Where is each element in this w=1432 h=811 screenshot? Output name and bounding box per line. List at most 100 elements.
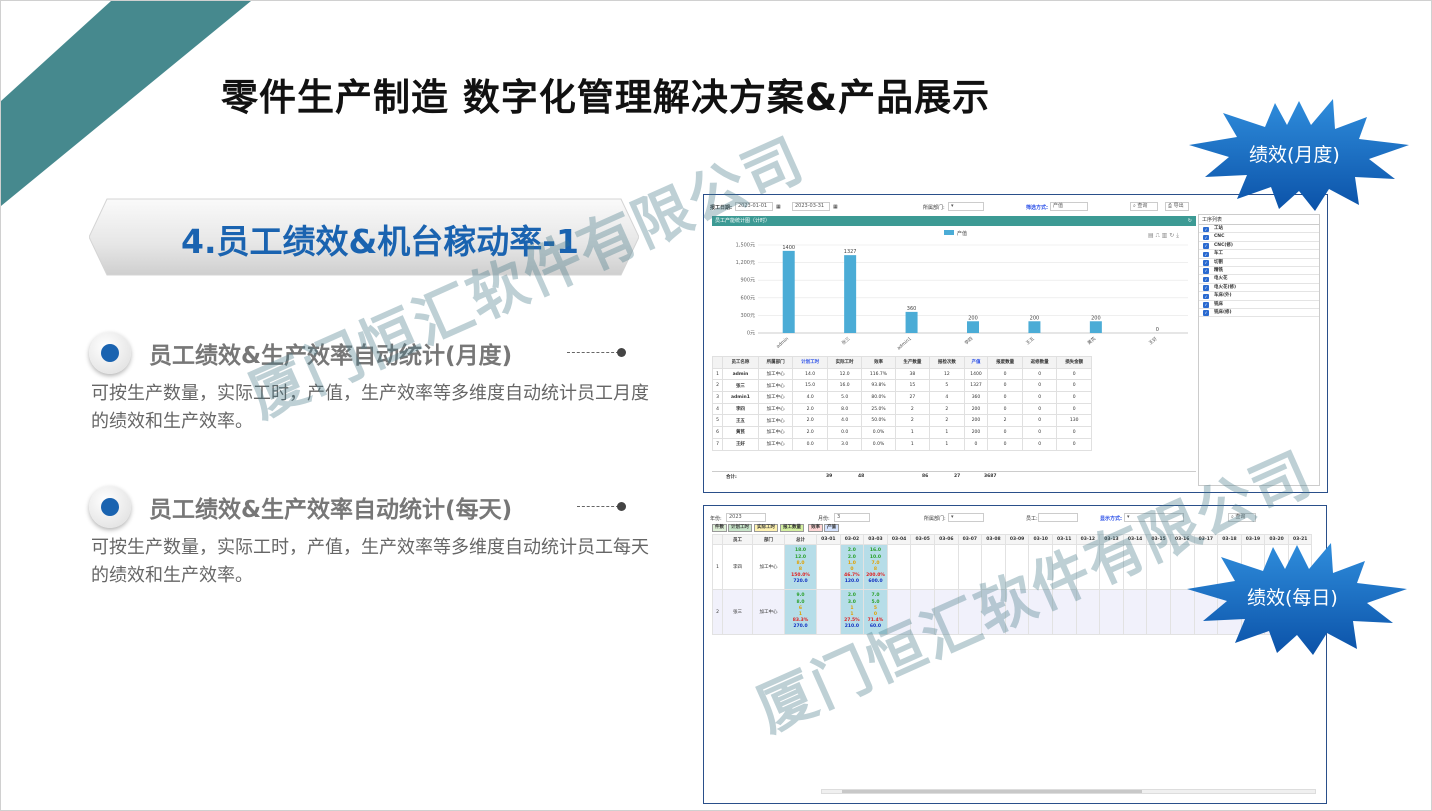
day-column-header[interactable]: 03-03 bbox=[863, 534, 888, 545]
table-row[interactable]: 3 admin1 加工中心 4.0 5.0 80.0% 27 4 360 0 0 0 bbox=[712, 391, 1092, 404]
process-checkbox-item[interactable]: 车床(外) bbox=[1199, 292, 1319, 301]
chart-toolbox-icons[interactable]: ▤ ⎍ ▥ ↻ ⤓ bbox=[1148, 232, 1179, 239]
day-column-header[interactable]: 03-08 bbox=[981, 534, 1006, 545]
toggle-value[interactable]: 产值 bbox=[824, 524, 839, 532]
table-row[interactable]: 4 李四 加工中心 2.0 8.0 25.0% 2 2 200 0 0 0 bbox=[712, 402, 1092, 416]
bar[interactable] bbox=[782, 250, 795, 333]
day-cell bbox=[1004, 544, 1030, 590]
table-cell: 加工中心 bbox=[757, 379, 794, 393]
day-column-header[interactable]: 03-02 bbox=[839, 534, 865, 545]
day-column-header[interactable]: 03-13 bbox=[1099, 534, 1124, 545]
year-select[interactable]: 2023 bbox=[726, 513, 766, 522]
bullet-icon bbox=[89, 486, 131, 528]
table-cell: 张三 bbox=[722, 379, 759, 393]
table-row[interactable]: 7 王好 加工中心 0.0 3.0 0.0% 1 1 0 0 0 0 bbox=[712, 437, 1092, 451]
bar-value-label: 1400 bbox=[782, 245, 795, 251]
day-column-header[interactable]: 03-12 bbox=[1075, 534, 1101, 545]
table-row[interactable]: 2 张三 加工中心 15.0 16.0 93.8% 15 5 1327 0 0 0 bbox=[712, 379, 1092, 393]
day-column-header[interactable]: 03-01 bbox=[816, 534, 841, 545]
table-cell: 200 bbox=[963, 414, 989, 428]
calendar-icon[interactable]: ▦ bbox=[833, 204, 838, 210]
date-to-input[interactable]: 2023-03-31 bbox=[792, 202, 830, 211]
day-cell: 7.0 5.0 5 0 71.4% 60.0 bbox=[863, 589, 888, 635]
table-row[interactable]: 6 黄芪 加工中心 2.0 0.0 0.0% 1 1 200 0 0 0 bbox=[712, 426, 1092, 439]
column-header[interactable]: 实际工时 bbox=[826, 356, 863, 369]
table-cell: 1 bbox=[712, 367, 723, 381]
column-header[interactable] bbox=[712, 534, 723, 545]
toggle-count[interactable]: 件数 bbox=[712, 524, 727, 532]
day-column-header[interactable]: 03-14 bbox=[1122, 534, 1148, 545]
column-header[interactable]: 所属部门 bbox=[757, 356, 794, 369]
bar[interactable] bbox=[844, 255, 857, 333]
column-header[interactable]: 部门 bbox=[752, 534, 785, 545]
day-column-header[interactable]: 03-09 bbox=[1004, 534, 1030, 545]
legend-swatch bbox=[944, 230, 954, 235]
process-checkbox-item[interactable]: 精铣 bbox=[1199, 267, 1319, 276]
metric-value: 60.0 bbox=[869, 624, 882, 630]
day-column-header[interactable]: 03-11 bbox=[1051, 534, 1077, 545]
toggle-planned-hours[interactable]: 计划工时 bbox=[728, 524, 752, 532]
show-mode-select[interactable]: ▾ bbox=[1124, 513, 1184, 522]
refresh-icon[interactable]: ↻ bbox=[1188, 216, 1192, 226]
table-cell: 12 bbox=[929, 367, 965, 381]
calendar-icon[interactable]: ▦ bbox=[776, 204, 781, 210]
day-column-header[interactable]: 03-05 bbox=[910, 534, 935, 545]
process-checkbox-item[interactable]: 车工 bbox=[1199, 250, 1319, 259]
column-header[interactable]: 产值 bbox=[963, 356, 989, 369]
scrollbar-thumb[interactable] bbox=[842, 790, 1142, 793]
column-header[interactable]: 员工名称 bbox=[722, 356, 759, 369]
horizontal-scrollbar[interactable] bbox=[821, 789, 1316, 794]
query-button[interactable]: ⌕ 查询 bbox=[1228, 513, 1256, 522]
bar[interactable] bbox=[1089, 321, 1102, 333]
process-checkbox-item[interactable]: 切割 bbox=[1199, 259, 1319, 267]
x-tick-label: 黄芪 bbox=[1086, 335, 1098, 346]
column-header[interactable]: 总计 bbox=[784, 534, 817, 545]
month-select[interactable]: 3 bbox=[834, 513, 870, 522]
day-column-header[interactable]: 03-06 bbox=[933, 534, 959, 545]
table-cell: 1 bbox=[929, 437, 965, 451]
bar[interactable] bbox=[967, 321, 979, 333]
process-checkbox-item[interactable]: 电火花 bbox=[1199, 275, 1319, 284]
column-header[interactable]: 效率 bbox=[861, 356, 896, 369]
x-tick-label: admin1 bbox=[896, 336, 913, 352]
table-cell: 0 bbox=[1056, 426, 1092, 439]
bar[interactable] bbox=[905, 311, 918, 333]
query-button[interactable]: ⌕ 查询 bbox=[1130, 202, 1158, 211]
process-checkbox-item[interactable]: 铣床 bbox=[1199, 301, 1319, 309]
toggle-actual-hours[interactable]: 实际工时 bbox=[754, 524, 778, 532]
bullet-icon bbox=[89, 332, 131, 374]
day-column-header[interactable]: 03-07 bbox=[957, 534, 983, 545]
process-checkbox-item[interactable]: 工站 bbox=[1199, 225, 1319, 234]
day-column-header[interactable]: 03-10 bbox=[1028, 534, 1053, 545]
day-cell bbox=[886, 589, 912, 635]
empty-area bbox=[713, 635, 1312, 787]
column-header[interactable]: 报检次数 bbox=[929, 356, 965, 369]
table-row[interactable]: 5 王五 加工中心 2.0 4.0 50.0% 2 2 200 2 0 130 bbox=[712, 414, 1092, 428]
process-checkbox-item[interactable]: 铣床(修) bbox=[1199, 309, 1319, 318]
column-header[interactable]: 返修数量 bbox=[1021, 356, 1058, 369]
totals-label: 合计: bbox=[726, 475, 737, 480]
day-column-header[interactable]: 03-15 bbox=[1146, 534, 1171, 545]
column-header[interactable]: 生产数量 bbox=[894, 356, 931, 369]
table-row[interactable]: 1 admin 加工中心 14.0 12.0 116.7% 38 12 1400 0 0 0 bbox=[712, 367, 1092, 381]
bar[interactable] bbox=[1028, 321, 1041, 333]
toggle-efficiency[interactable]: 效率 bbox=[808, 524, 823, 532]
toggle-report-qty[interactable]: 报工数量 bbox=[780, 524, 804, 532]
day-column-header[interactable]: 03-04 bbox=[886, 534, 912, 545]
chart-panel-header: 员工产能统计图（计时） ↻ bbox=[712, 216, 1196, 226]
stat-select[interactable]: 产值 bbox=[1050, 202, 1088, 211]
process-checkbox-item[interactable]: CNC bbox=[1199, 233, 1319, 242]
process-checkbox-item[interactable]: 电火花(修) bbox=[1199, 284, 1319, 293]
column-header[interactable]: 员工 bbox=[722, 534, 753, 545]
table-cell: 2 bbox=[712, 589, 723, 635]
dept-select[interactable]: ▾ bbox=[948, 513, 984, 522]
employee-select[interactable] bbox=[1038, 513, 1078, 522]
date-from-input[interactable]: 2023-01-01 bbox=[735, 202, 773, 211]
dept-select[interactable]: ▾ bbox=[948, 202, 984, 211]
column-header[interactable] bbox=[712, 356, 723, 369]
column-header[interactable]: 计划工时 bbox=[792, 356, 828, 369]
table-cell: 1 bbox=[712, 544, 723, 590]
column-header[interactable]: 报废数量 bbox=[987, 356, 1023, 369]
column-header[interactable]: 损失金额 bbox=[1056, 356, 1092, 369]
process-checkbox-item[interactable]: CNC(修) bbox=[1199, 242, 1319, 251]
